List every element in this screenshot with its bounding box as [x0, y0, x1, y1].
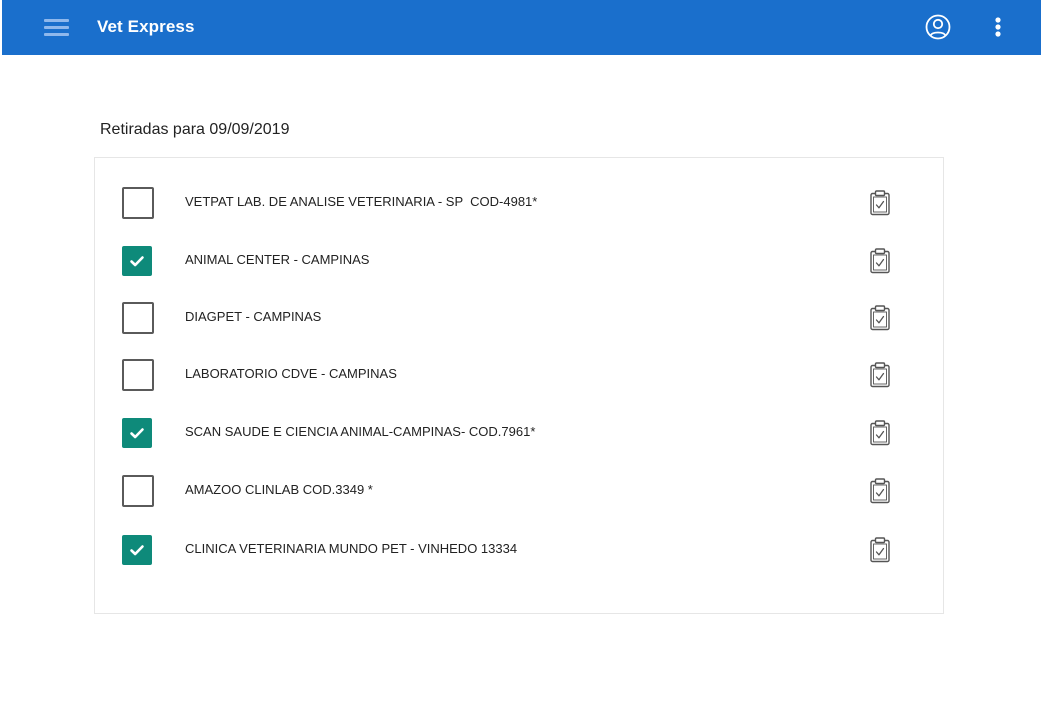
- clipboard-check-icon[interactable]: [865, 246, 895, 276]
- clipboard-check-icon[interactable]: [865, 303, 895, 333]
- list-item: CLINICA VETERINARIA MUNDO PET - VINHEDO …: [95, 530, 943, 570]
- item-checkbox[interactable]: [122, 187, 154, 219]
- more-vert-icon[interactable]: [986, 12, 1010, 44]
- item-label: VETPAT LAB. DE ANALISE VETERINARIA - SP …: [185, 194, 538, 209]
- clipboard-check-icon[interactable]: [865, 418, 895, 448]
- item-label: SCAN SAUDE E CIENCIA ANIMAL-CAMPINAS- CO…: [185, 424, 536, 439]
- clipboard-check-icon[interactable]: [865, 535, 895, 565]
- app-title: Vet Express: [97, 17, 195, 36]
- item-label: CLINICA VETERINARIA MUNDO PET - VINHEDO …: [185, 541, 518, 556]
- list-item: LABORATORIO CDVE - CAMPINAS: [95, 355, 943, 395]
- item-checkbox[interactable]: [122, 246, 152, 276]
- clipboard-check-icon[interactable]: [865, 476, 895, 506]
- item-label: ANIMAL CENTER - CAMPINAS: [185, 252, 370, 267]
- list-item: SCAN SAUDE E CIENCIA ANIMAL-CAMPINAS- CO…: [95, 413, 943, 453]
- list-item: DIAGPET - CAMPINAS: [95, 298, 943, 338]
- clipboard-check-icon[interactable]: [865, 188, 895, 218]
- pickup-list-card: VETPAT LAB. DE ANALISE VETERINARIA - SP …: [94, 157, 944, 614]
- clipboard-check-icon[interactable]: [865, 360, 895, 390]
- menu-icon[interactable]: [42, 14, 74, 42]
- app-bar: Vet Express: [2, 0, 1041, 55]
- list-item: AMAZOO CLINLAB COD.3349 *: [95, 471, 943, 511]
- item-label: LABORATORIO CDVE - CAMPINAS: [185, 366, 397, 381]
- list-item: VETPAT LAB. DE ANALISE VETERINARIA - SP …: [95, 183, 943, 223]
- item-label: DIAGPET - CAMPINAS: [185, 309, 322, 324]
- list-item: ANIMAL CENTER - CAMPINAS: [95, 241, 943, 281]
- item-label: AMAZOO CLINLAB COD.3349 *: [185, 482, 373, 497]
- item-checkbox[interactable]: [122, 475, 154, 507]
- item-checkbox[interactable]: [122, 359, 154, 391]
- item-checkbox[interactable]: [122, 418, 152, 448]
- account-circle-icon[interactable]: [922, 12, 954, 44]
- section-title: Retiradas para 09/09/2019: [100, 121, 290, 138]
- item-checkbox[interactable]: [122, 535, 152, 565]
- item-checkbox[interactable]: [122, 302, 154, 334]
